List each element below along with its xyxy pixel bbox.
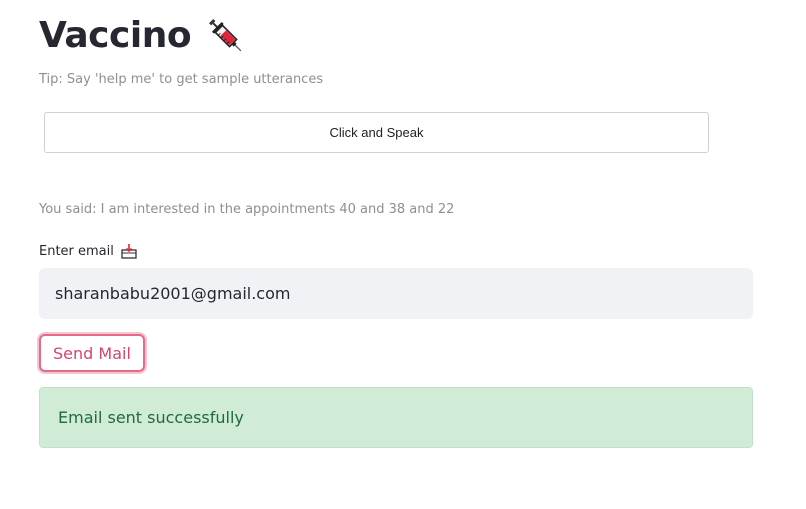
email-input[interactable] xyxy=(39,268,753,319)
transcript-text: You said: I am interested in the appoint… xyxy=(39,202,455,217)
success-message: Email sent successfully xyxy=(58,408,244,427)
app-header: Vaccino xyxy=(39,10,249,62)
email-field-label: Enter email xyxy=(39,242,138,260)
email-label-text: Enter email xyxy=(39,243,114,259)
inbox-tray-icon xyxy=(120,242,138,260)
page-title: Vaccino xyxy=(39,15,192,56)
success-alert: Email sent successfully xyxy=(39,387,753,448)
click-and-speak-button[interactable]: Click and Speak xyxy=(44,112,709,153)
syringe-icon xyxy=(203,13,249,59)
tip-text: Tip: Say 'help me' to get sample utteran… xyxy=(39,72,324,87)
send-mail-button[interactable]: Send Mail xyxy=(39,334,145,372)
